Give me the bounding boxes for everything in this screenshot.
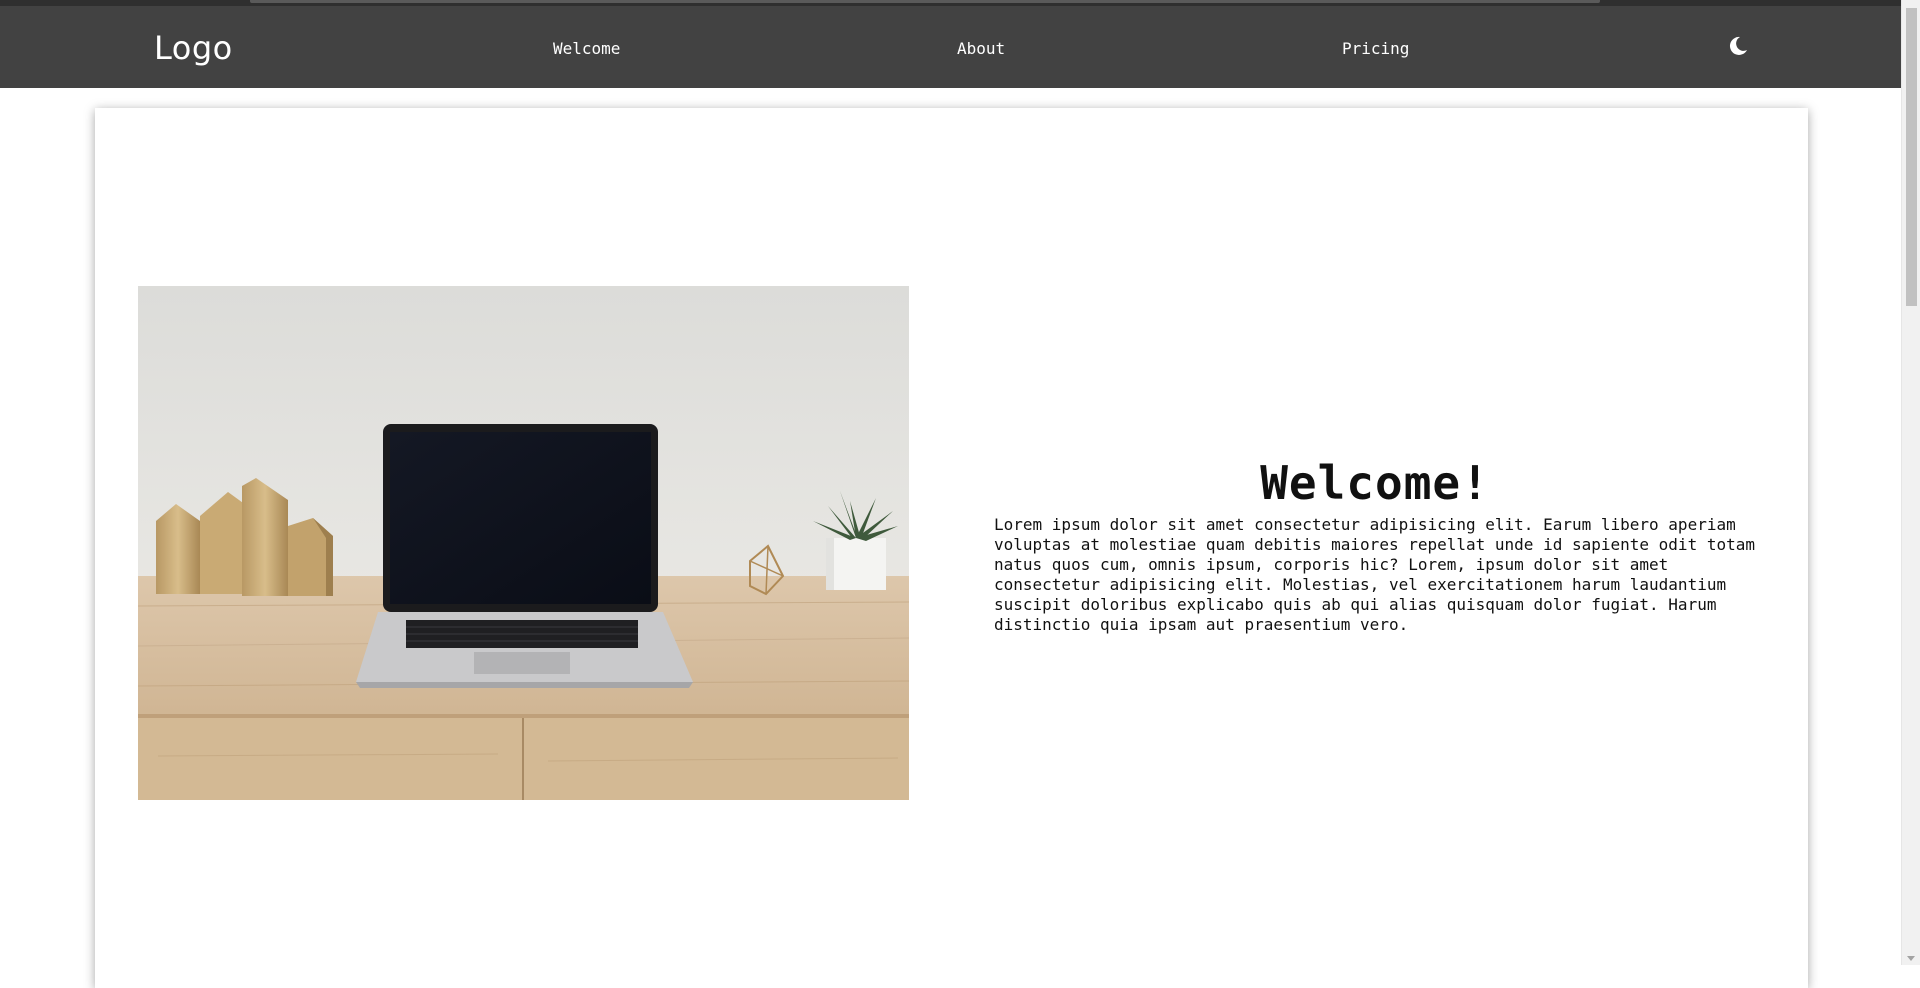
hero-image-laptop-desk [138, 286, 909, 800]
nav-link-about[interactable]: About [957, 39, 1005, 58]
nav-link-welcome[interactable]: Welcome [553, 39, 620, 58]
logo[interactable]: Logo [154, 29, 233, 67]
scroll-down-arrow-icon[interactable] [1907, 956, 1915, 961]
theme-toggle-button[interactable] [1727, 35, 1749, 57]
top-navbar: Logo Welcome About Pricing [0, 6, 1901, 88]
hero-paragraph: Lorem ipsum dolor sit amet consectetur a… [994, 515, 1755, 634]
scrollbar-thumb[interactable] [1906, 8, 1917, 306]
address-bar-edge [250, 0, 1600, 3]
page-scrollbar[interactable] [1901, 0, 1920, 965]
nav-link-pricing[interactable]: Pricing [1342, 39, 1409, 58]
hero-title: Welcome! [1260, 456, 1490, 510]
welcome-section-card: Welcome! Lorem ipsum dolor sit amet cons… [95, 108, 1808, 988]
moon-icon [1729, 36, 1747, 55]
